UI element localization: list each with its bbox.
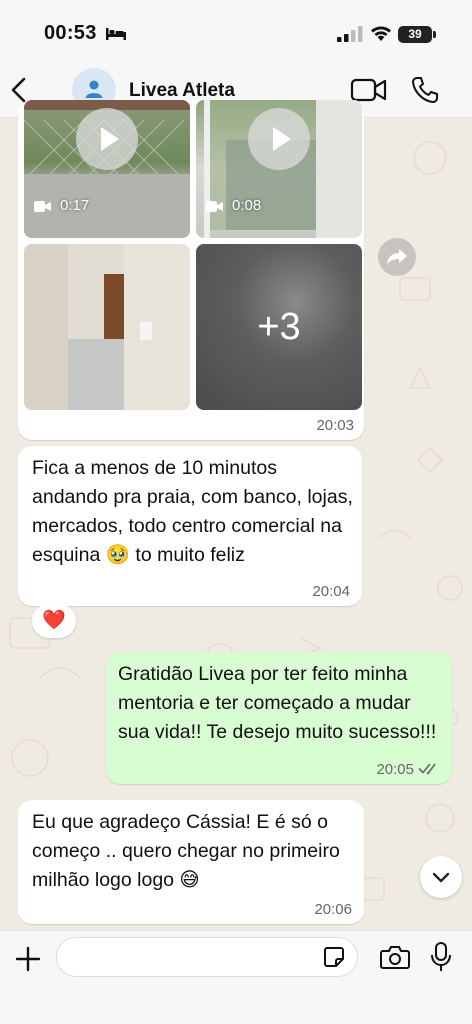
video-duration: 0:08	[232, 197, 262, 214]
message-input[interactable]	[56, 937, 358, 977]
message-text: Gratidão Livea por ter feito minha mento…	[118, 663, 437, 743]
video-thumbnail[interactable]: 0:08	[196, 100, 362, 238]
message-text: Eu que agradeço Cássia! E é só o começo …	[32, 811, 340, 891]
video-duration: 0:17	[60, 197, 90, 214]
camera-icon[interactable]	[380, 944, 410, 970]
forward-icon	[387, 249, 407, 265]
video-camera-icon	[34, 201, 51, 212]
play-icon[interactable]	[76, 108, 138, 170]
contact-name[interactable]: Livea Atleta	[129, 80, 235, 102]
chevron-down-icon	[432, 872, 450, 883]
message-text: Fica a menos de 10 minutos andando pra p…	[32, 457, 353, 566]
video-camera-icon	[206, 201, 223, 212]
mic-icon[interactable]	[430, 941, 452, 973]
status-bar: 00:53 39	[0, 0, 472, 64]
battery-indicator: 39	[398, 26, 436, 43]
more-photos-count: +3	[257, 305, 301, 348]
phone-icon[interactable]	[410, 75, 440, 105]
heart-reaction[interactable]: ❤️	[32, 604, 76, 638]
outgoing-message[interactable]: Gratidão Livea por ter feito minha mento…	[106, 652, 452, 784]
message-time: 20:06	[314, 901, 352, 918]
incoming-message[interactable]: Fica a menos de 10 minutos andando pra p…	[18, 446, 362, 606]
incoming-message[interactable]: Eu que agradeço Cássia! E é só o começo …	[18, 800, 364, 924]
video-thumbnail[interactable]: 0:17	[24, 100, 190, 238]
media-album-bubble[interactable]: 0:17 0:08 +3 20:03	[18, 100, 364, 440]
sticker-icon[interactable]	[322, 945, 346, 969]
status-time: 00:53	[44, 22, 97, 44]
signal-icon	[337, 26, 363, 42]
message-time: 20:05	[376, 761, 414, 778]
bed-icon	[106, 28, 126, 40]
photo-thumbnail[interactable]	[24, 244, 190, 410]
forward-button[interactable]	[378, 238, 416, 276]
read-receipt-icon	[418, 763, 436, 775]
message-time: 20:03	[316, 417, 354, 434]
play-icon[interactable]	[248, 108, 310, 170]
composer-bar	[0, 930, 472, 1024]
hallway-image	[24, 244, 190, 410]
message-time: 20:04	[312, 583, 350, 600]
more-photos-tile[interactable]: +3	[196, 244, 362, 410]
plus-icon[interactable]	[14, 945, 42, 973]
wifi-icon	[371, 26, 391, 41]
scroll-down-button[interactable]	[420, 856, 462, 898]
person-icon	[85, 80, 103, 98]
